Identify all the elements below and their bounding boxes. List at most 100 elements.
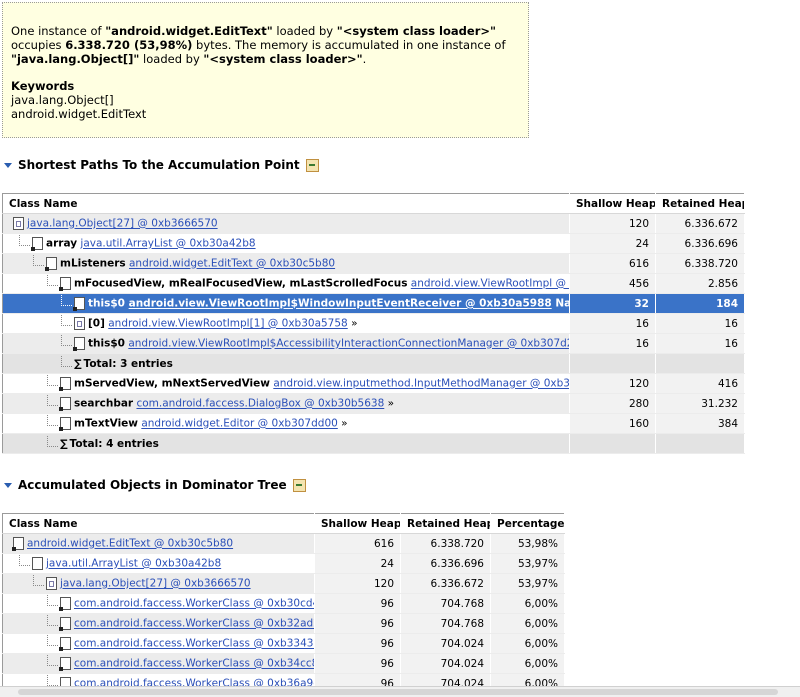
retained-heap-value: 416: [655, 373, 745, 394]
object-link[interactable]: java.util.ArrayList @ 0xb30a42b8: [46, 558, 221, 570]
column-class-name[interactable]: Class Name: [2, 513, 315, 534]
object-link[interactable]: android.view.ViewRootImpl[1] @ 0xb30a575…: [108, 318, 347, 330]
table-row[interactable]: mTextView android.widget.Editor @ 0xb307…: [2, 413, 745, 434]
desc-class-name: "android.widget.EditText": [105, 24, 273, 38]
gc-root-type: Native Stack: [555, 297, 568, 310]
open-in-query-icon[interactable]: [305, 158, 319, 172]
object-link[interactable]: android.view.ViewRootImpl$AccessibilityI…: [128, 338, 568, 350]
shallow-heap-value: 120: [314, 573, 401, 594]
table-row[interactable]: java.lang.Object[27] @ 0xb3666570 120 6.…: [2, 573, 565, 594]
dominator-section-title: Accumulated Objects in Dominator Tree: [18, 478, 287, 492]
object-link[interactable]: com.android.faccess.WorkerClass @ 0xb30c…: [74, 598, 314, 610]
object-link[interactable]: com.android.faccess.WorkerClass @ 0xb32a…: [74, 618, 314, 630]
object-link[interactable]: java.lang.Object[27] @ 0xb3666570: [27, 218, 218, 230]
percentage-value: 6,00%: [490, 593, 565, 614]
more-indicator[interactable]: »: [351, 318, 357, 330]
retained-heap-value: 16: [655, 313, 745, 334]
retained-heap-value: 31.232: [655, 393, 745, 414]
object-link[interactable]: java.lang.Object[27] @ 0xb3666570: [60, 578, 251, 590]
table-row[interactable]: java.util.ArrayList @ 0xb30a42b8 24 6.33…: [2, 553, 565, 574]
object-link[interactable]: android.widget.EditText @ 0xb30c5b80: [27, 538, 233, 550]
column-retained-heap[interactable]: Retained Heap: [400, 513, 491, 534]
object-link[interactable]: android.view.ViewRootImpl @ 0xb30c3748: [411, 278, 569, 290]
more-indicator[interactable]: »: [388, 398, 394, 410]
scrollbar-thumb[interactable]: [18, 689, 778, 695]
object-link[interactable]: android.view.inputmethod.InputMethodMana…: [273, 378, 568, 390]
keywords-title: Keywords: [11, 79, 75, 93]
percentage-value: 6,00%: [490, 653, 565, 674]
object-icon: [59, 597, 71, 611]
dominator-section-header[interactable]: Accumulated Objects in Dominator Tree: [4, 478, 306, 492]
shallow-heap-value: 96: [314, 613, 401, 634]
collapse-triangle-icon[interactable]: [4, 482, 12, 488]
table-row[interactable]: mServedView, mNextServedView android.vie…: [2, 373, 745, 394]
object-array-icon: [74, 317, 85, 330]
open-in-query-icon[interactable]: [292, 478, 306, 492]
retained-heap-value: 6.336.672: [655, 213, 745, 234]
retained-heap-value: 6.338.720: [400, 533, 491, 554]
retained-heap-value: 704.024: [400, 653, 491, 674]
table-row[interactable]: com.android.faccess.WorkerClass @ 0xb34c…: [2, 653, 565, 674]
horizontal-scrollbar[interactable]: [0, 686, 800, 697]
object-link[interactable]: java.util.ArrayList @ 0xb30a42b8: [80, 238, 255, 250]
table-row[interactable]: com.android.faccess.WorkerClass @ 0xb334…: [2, 633, 565, 654]
table-row[interactable]: android.widget.EditText @ 0xb30c5b80 616…: [2, 533, 565, 554]
desc-text: loaded by: [139, 52, 204, 66]
retained-heap-value: 384: [655, 413, 745, 434]
table-row[interactable]: [0] android.view.ViewRootImpl[1] @ 0xb30…: [2, 313, 745, 334]
more-indicator[interactable]: »: [341, 418, 347, 430]
column-shallow-heap[interactable]: Shallow Heap: [314, 513, 401, 534]
object-link[interactable]: android.view.ViewRootImpl$WindowInputEve…: [129, 298, 552, 310]
shallow-heap-value: 280: [569, 393, 656, 414]
table-row[interactable]: mFocusedView, mRealFocusedView, mLastScr…: [2, 273, 745, 294]
retained-heap-value: 2.856: [655, 273, 745, 294]
column-retained-heap[interactable]: Retained Heap: [655, 193, 745, 214]
collapse-triangle-icon[interactable]: [4, 162, 12, 168]
total-label: Total: 3 entries: [83, 357, 173, 370]
desc-text: One instance of: [11, 24, 106, 38]
table-row-selected[interactable]: this$0 android.view.ViewRootImpl$WindowI…: [2, 293, 745, 314]
column-percentage[interactable]: Percentage: [490, 513, 565, 534]
shallow-heap-value: 32: [569, 293, 656, 314]
retained-heap-value: 704.768: [400, 593, 491, 614]
table-row[interactable]: array java.util.ArrayList @ 0xb30a42b8 2…: [2, 233, 745, 254]
paths-section-title: Shortest Paths To the Accumulation Point: [18, 158, 300, 172]
total-row: ∑ Total: 4 entries: [2, 433, 745, 454]
object-ref-icon: [59, 397, 71, 411]
retained-heap-value: 6.338.720: [655, 253, 745, 274]
field-name: mListeners: [60, 257, 126, 270]
field-name: [0]: [88, 317, 105, 330]
object-link[interactable]: com.android.faccess.WorkerClass @ 0xb34c…: [74, 658, 314, 670]
shallow-heap-value: 120: [569, 373, 656, 394]
table-row[interactable]: this$0 android.view.ViewRootImpl$Accessi…: [2, 333, 745, 354]
desc-loader: "<system class loader>": [336, 24, 496, 38]
table-row[interactable]: com.android.faccess.WorkerClass @ 0xb30c…: [2, 593, 565, 614]
percentage-value: 53,98%: [490, 533, 565, 554]
table-row[interactable]: java.lang.Object[27] @ 0xb3666570 120 6.…: [2, 213, 745, 234]
shallow-heap-value: 96: [314, 653, 401, 674]
paths-table-header: Class Name Shallow Heap Retained Heap: [2, 193, 745, 214]
retained-heap-value: 16: [655, 333, 745, 354]
shallow-heap-value: 616: [569, 253, 656, 274]
object-link[interactable]: com.android.faccess.WorkerClass @ 0xb334…: [74, 638, 314, 650]
desc-text: bytes. The memory is accumulated in one …: [192, 38, 506, 52]
desc-size: 6.338.720 (53,98%): [65, 38, 193, 52]
object-ref-icon: [31, 237, 43, 251]
total-row: ∑ Total: 3 entries: [2, 353, 745, 374]
object-icon: [32, 557, 43, 570]
retained-heap-value: 6.336.672: [400, 573, 491, 594]
description-panel: One instance of "android.widget.EditText…: [2, 2, 529, 138]
object-ref-icon: [59, 377, 71, 391]
column-class-name[interactable]: Class Name: [2, 193, 570, 214]
sum-icon: ∑: [60, 437, 68, 450]
table-row[interactable]: mListeners android.widget.EditText @ 0xb…: [2, 253, 745, 274]
column-shallow-heap[interactable]: Shallow Heap: [569, 193, 656, 214]
object-link[interactable]: android.widget.EditText @ 0xb30c5b80: [129, 258, 335, 270]
table-row[interactable]: searchbar com.android.faccess.DialogBox …: [2, 393, 745, 414]
object-link[interactable]: com.android.faccess.DialogBox @ 0xb30b56…: [136, 398, 384, 410]
paths-section-header[interactable]: Shortest Paths To the Accumulation Point: [4, 158, 319, 172]
table-row[interactable]: com.android.faccess.WorkerClass @ 0xb32a…: [2, 613, 565, 634]
description-line-3: "java.lang.Object[]" loaded by "<system …: [11, 52, 520, 66]
object-icon: [59, 617, 71, 631]
object-link[interactable]: android.widget.Editor @ 0xb307dd00: [141, 418, 337, 430]
